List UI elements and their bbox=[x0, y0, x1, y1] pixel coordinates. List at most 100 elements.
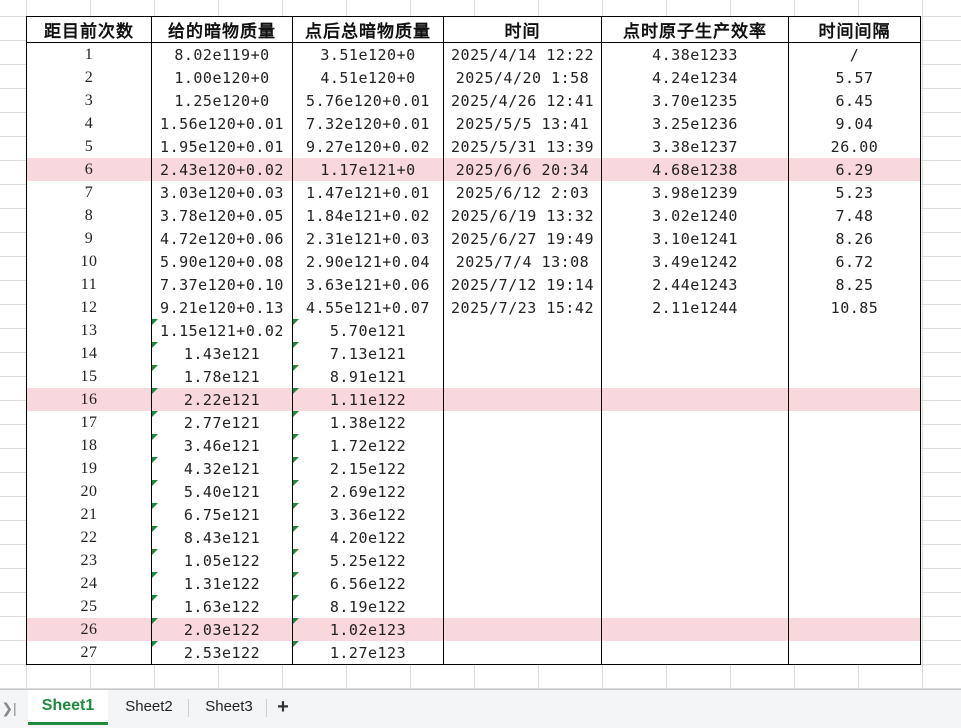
cell-count[interactable]: 24 bbox=[26, 572, 152, 595]
cell-time[interactable]: 2025/6/19 13:32 bbox=[443, 204, 602, 227]
cell-count[interactable]: 14 bbox=[26, 342, 152, 365]
cell-efficiency[interactable] bbox=[601, 503, 789, 526]
cell-count[interactable]: 13 bbox=[26, 319, 152, 342]
cell-time[interactable] bbox=[443, 618, 602, 641]
cell-time[interactable] bbox=[443, 595, 602, 618]
cell-count[interactable]: 26 bbox=[26, 618, 152, 641]
cell-given-mass[interactable]: 1.05e122 bbox=[151, 549, 293, 572]
cell-interval[interactable] bbox=[788, 365, 921, 388]
cell-count[interactable]: 15 bbox=[26, 365, 152, 388]
cell-efficiency[interactable]: 2.44e1243 bbox=[601, 273, 789, 296]
cell-total-mass[interactable]: 1.38e122 bbox=[292, 411, 444, 434]
cell-count[interactable]: 18 bbox=[26, 434, 152, 457]
cell-total-mass[interactable]: 6.56e122 bbox=[292, 572, 444, 595]
cell-interval[interactable] bbox=[788, 319, 921, 342]
cell-count[interactable]: 23 bbox=[26, 549, 152, 572]
cell-efficiency[interactable] bbox=[601, 319, 789, 342]
cell-count[interactable]: 3 bbox=[26, 89, 152, 112]
cell-count[interactable]: 9 bbox=[26, 227, 152, 250]
tab-scroll-icon[interactable]: ❯| bbox=[0, 698, 18, 718]
cell-efficiency[interactable] bbox=[601, 388, 789, 411]
cell-total-mass[interactable]: 5.76e120+0.01 bbox=[292, 89, 444, 112]
cell-given-mass[interactable]: 5.40e121 bbox=[151, 480, 293, 503]
cell-time[interactable] bbox=[443, 641, 602, 665]
cell-count[interactable]: 1 bbox=[26, 42, 152, 66]
cell-time[interactable]: 2025/7/23 15:42 bbox=[443, 296, 602, 319]
cell-time[interactable] bbox=[443, 526, 602, 549]
cell-count[interactable]: 4 bbox=[26, 112, 152, 135]
cell-time[interactable]: 2025/7/12 19:14 bbox=[443, 273, 602, 296]
cell-count[interactable]: 8 bbox=[26, 204, 152, 227]
cell-efficiency[interactable]: 4.38e1233 bbox=[601, 42, 789, 66]
cell-count[interactable]: 2 bbox=[26, 66, 152, 89]
cell-time[interactable] bbox=[443, 503, 602, 526]
cell-efficiency[interactable]: 3.10e1241 bbox=[601, 227, 789, 250]
cell-given-mass[interactable]: 2.77e121 bbox=[151, 411, 293, 434]
cell-count[interactable]: 16 bbox=[26, 388, 152, 411]
cell-interval[interactable]: 5.57 bbox=[788, 66, 921, 89]
cell-time[interactable] bbox=[443, 411, 602, 434]
cell-total-mass[interactable]: 7.13e121 bbox=[292, 342, 444, 365]
cell-total-mass[interactable]: 1.72e122 bbox=[292, 434, 444, 457]
cell-interval[interactable] bbox=[788, 480, 921, 503]
cell-efficiency[interactable]: 3.49e1242 bbox=[601, 250, 789, 273]
header-cell-given-mass[interactable]: 给的暗物质量 bbox=[151, 16, 293, 43]
cell-given-mass[interactable]: 3.78e120+0.05 bbox=[151, 204, 293, 227]
cell-interval[interactable]: 10.85 bbox=[788, 296, 921, 319]
cell-interval[interactable]: 26.00 bbox=[788, 135, 921, 158]
cell-efficiency[interactable] bbox=[601, 365, 789, 388]
cell-given-mass[interactable]: 8.43e121 bbox=[151, 526, 293, 549]
cell-interval[interactable] bbox=[788, 618, 921, 641]
cell-efficiency[interactable] bbox=[601, 641, 789, 665]
cell-given-mass[interactable]: 1.63e122 bbox=[151, 595, 293, 618]
cell-given-mass[interactable]: 1.00e120+0 bbox=[151, 66, 293, 89]
cell-interval[interactable] bbox=[788, 388, 921, 411]
cell-given-mass[interactable]: 3.03e120+0.03 bbox=[151, 181, 293, 204]
cell-total-mass[interactable]: 1.02e123 bbox=[292, 618, 444, 641]
cell-total-mass[interactable]: 1.11e122 bbox=[292, 388, 444, 411]
cell-time[interactable] bbox=[443, 434, 602, 457]
cell-given-mass[interactable]: 9.21e120+0.13 bbox=[151, 296, 293, 319]
cell-count[interactable]: 10 bbox=[26, 250, 152, 273]
tab-sheet3[interactable]: Sheet3 bbox=[190, 690, 268, 724]
cell-count[interactable]: 27 bbox=[26, 641, 152, 665]
cell-total-mass[interactable]: 3.63e121+0.06 bbox=[292, 273, 444, 296]
cell-count[interactable]: 22 bbox=[26, 526, 152, 549]
cell-interval[interactable] bbox=[788, 434, 921, 457]
cell-efficiency[interactable] bbox=[601, 434, 789, 457]
cell-total-mass[interactable]: 4.51e120+0 bbox=[292, 66, 444, 89]
cell-given-mass[interactable]: 4.32e121 bbox=[151, 457, 293, 480]
cell-total-mass[interactable]: 8.19e122 bbox=[292, 595, 444, 618]
cell-count[interactable]: 5 bbox=[26, 135, 152, 158]
cell-count[interactable]: 20 bbox=[26, 480, 152, 503]
cell-efficiency[interactable] bbox=[601, 526, 789, 549]
cell-interval[interactable]: 9.04 bbox=[788, 112, 921, 135]
cell-time[interactable] bbox=[443, 572, 602, 595]
cell-efficiency[interactable]: 2.11e1244 bbox=[601, 296, 789, 319]
cell-efficiency[interactable] bbox=[601, 595, 789, 618]
cell-time[interactable]: 2025/5/5 13:41 bbox=[443, 112, 602, 135]
cell-time[interactable]: 2025/4/20 1:58 bbox=[443, 66, 602, 89]
cell-efficiency[interactable] bbox=[601, 549, 789, 572]
cell-interval[interactable] bbox=[788, 411, 921, 434]
cell-given-mass[interactable]: 2.43e120+0.02 bbox=[151, 158, 293, 181]
cell-interval[interactable] bbox=[788, 641, 921, 665]
cell-interval[interactable]: / bbox=[788, 42, 921, 66]
cell-count[interactable]: 7 bbox=[26, 181, 152, 204]
cell-time[interactable]: 2025/5/31 13:39 bbox=[443, 135, 602, 158]
cell-total-mass[interactable]: 1.84e121+0.02 bbox=[292, 204, 444, 227]
cell-total-mass[interactable]: 9.27e120+0.02 bbox=[292, 135, 444, 158]
cell-count[interactable]: 25 bbox=[26, 595, 152, 618]
cell-given-mass[interactable]: 3.46e121 bbox=[151, 434, 293, 457]
cell-interval[interactable] bbox=[788, 457, 921, 480]
cell-time[interactable]: 2025/4/26 12:41 bbox=[443, 89, 602, 112]
add-sheet-button[interactable]: + bbox=[272, 695, 294, 719]
cell-count[interactable]: 17 bbox=[26, 411, 152, 434]
header-cell-time[interactable]: 时间 bbox=[443, 16, 602, 43]
cell-given-mass[interactable]: 4.72e120+0.06 bbox=[151, 227, 293, 250]
cell-total-mass[interactable]: 4.55e121+0.07 bbox=[292, 296, 444, 319]
cell-time[interactable] bbox=[443, 365, 602, 388]
cell-efficiency[interactable] bbox=[601, 457, 789, 480]
cell-total-mass[interactable]: 5.25e122 bbox=[292, 549, 444, 572]
cell-efficiency[interactable] bbox=[601, 618, 789, 641]
